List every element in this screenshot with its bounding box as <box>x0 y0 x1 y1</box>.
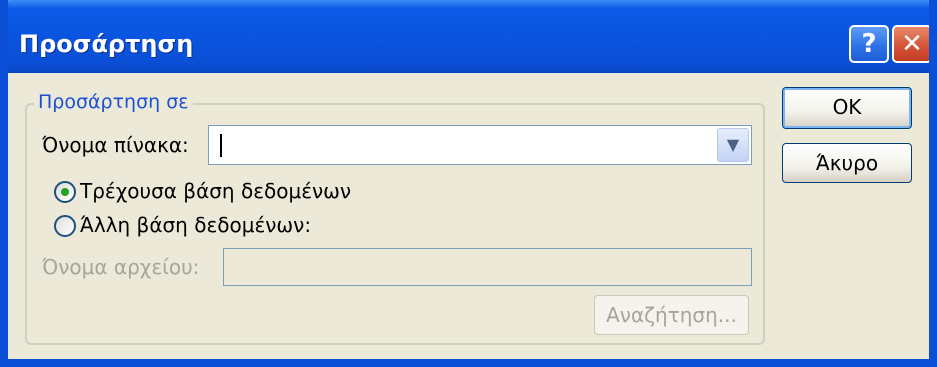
browse-button[interactable]: Αναζήτηση... <box>594 295 749 335</box>
file-name-input[interactable] <box>223 248 752 286</box>
append-dialog: Προσάρτηση ? ✕ Προσάρτηση σε Όνομα πίνακ… <box>0 0 937 367</box>
current-database-radio[interactable] <box>54 181 76 203</box>
other-database-radio[interactable] <box>54 215 76 237</box>
ok-button[interactable]: OK <box>782 87 912 129</box>
dialog-title: Προσάρτηση <box>19 30 194 58</box>
radio-selected-dot <box>61 188 69 196</box>
close-button[interactable]: ✕ <box>892 25 929 63</box>
close-icon: ✕ <box>901 29 923 59</box>
help-icon: ? <box>861 29 877 59</box>
dialog-body: Προσάρτηση σε Όνομα πίνακα: ▼ Τρέχουσα β… <box>8 73 929 359</box>
cancel-button[interactable]: Άκυρο <box>782 143 912 183</box>
table-name-combobox[interactable]: ▼ <box>208 125 752 165</box>
title-bar[interactable]: Προσάρτηση ? ✕ <box>8 0 929 73</box>
chevron-down-icon: ▼ <box>726 135 740 154</box>
file-name-label: Όνομα αρχείου: <box>42 255 200 279</box>
current-database-label[interactable]: Τρέχουσα βάση δεδομένων <box>80 179 351 203</box>
text-caret <box>220 134 222 157</box>
table-name-label: Όνομα πίνακα: <box>42 133 189 157</box>
groupbox-legend: Προσάρτηση σε <box>34 91 193 113</box>
other-database-label[interactable]: Άλλη βάση δεδομένων: <box>80 213 311 237</box>
help-button[interactable]: ? <box>849 25 889 63</box>
dropdown-arrow-button[interactable]: ▼ <box>717 128 749 162</box>
